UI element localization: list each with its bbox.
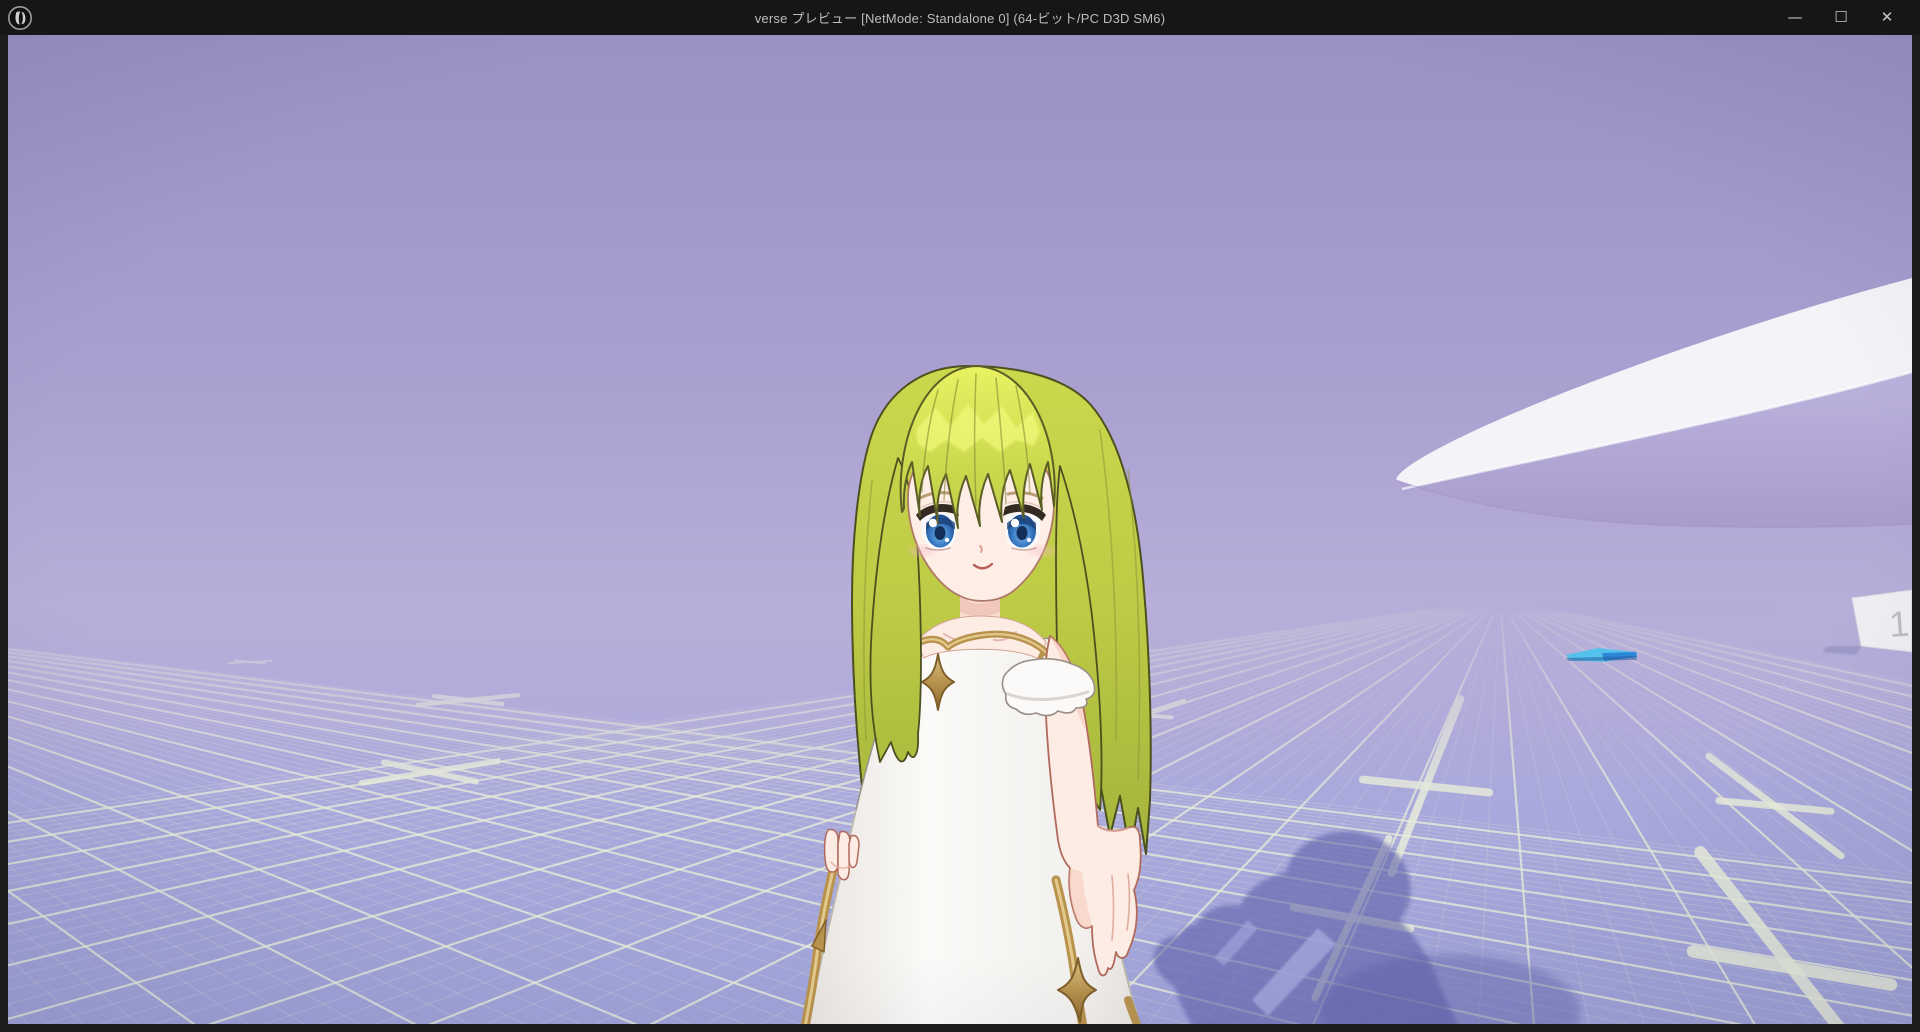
scene-3d: 1 [8, 35, 1912, 1024]
window-titlebar[interactable]: verse プレビュー [NetMode: Standalone 0] (64-… [0, 0, 1920, 35]
close-button[interactable]: ✕ [1864, 0, 1910, 35]
maximize-button[interactable]: ☐ [1818, 0, 1864, 35]
vignette-overlay [8, 35, 1912, 1024]
close-icon: ✕ [1881, 10, 1894, 25]
game-viewport[interactable]: 1 [8, 35, 1912, 1024]
minimize-button[interactable]: — [1772, 0, 1818, 35]
app-window: verse プレビュー [NetMode: Standalone 0] (64-… [0, 0, 1920, 1032]
minimize-icon: — [1788, 10, 1803, 25]
unreal-logo-icon[interactable] [7, 5, 33, 31]
window-title: verse プレビュー [NetMode: Standalone 0] (64-… [0, 0, 1920, 35]
maximize-icon: ☐ [1834, 10, 1847, 25]
